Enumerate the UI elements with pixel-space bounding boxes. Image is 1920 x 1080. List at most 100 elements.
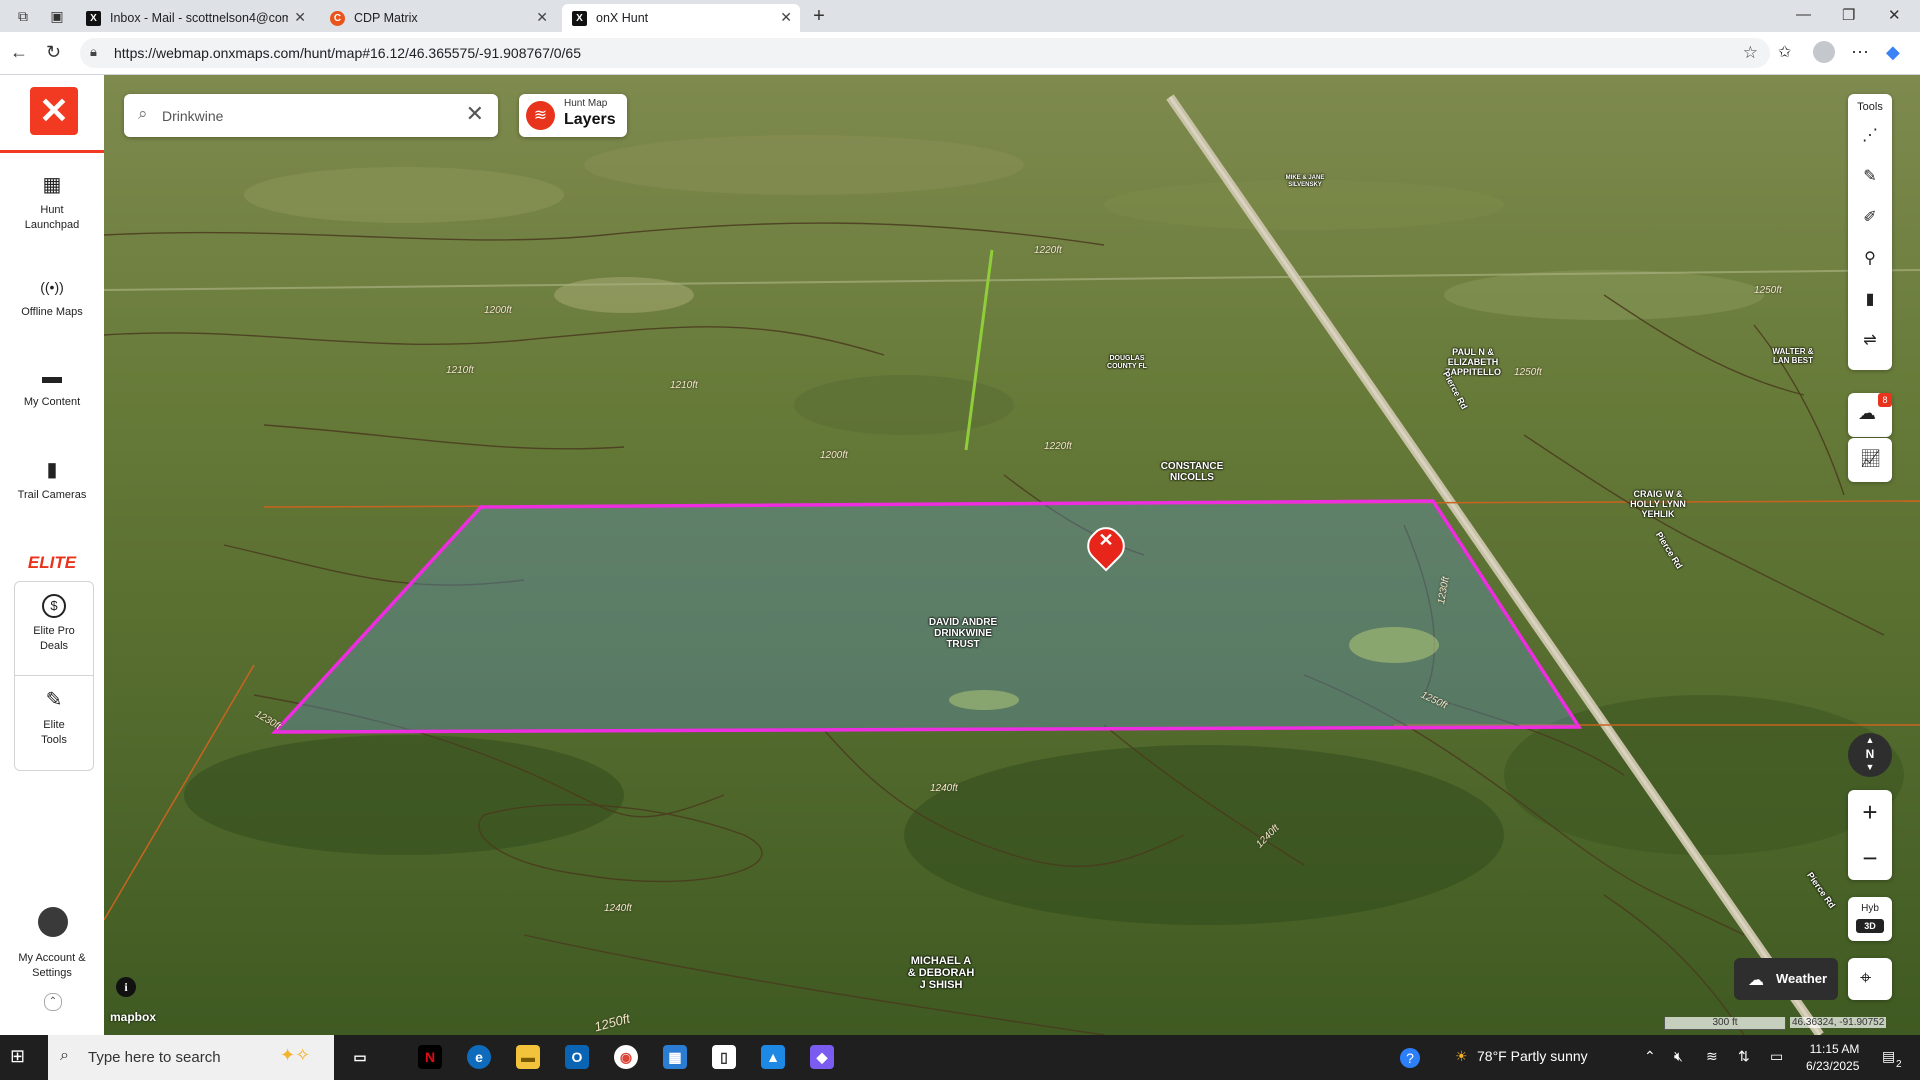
collapse-chevron-icon[interactable]: ⌃	[44, 993, 62, 1011]
notepad-icon[interactable]: ▯	[712, 1045, 736, 1069]
layers-button[interactable]: ≋ Hunt Map Layers	[519, 94, 627, 137]
route-icon[interactable]: ⇌	[1858, 329, 1882, 353]
tools-icon: ✎	[45, 689, 63, 711]
sync-icon[interactable]: ⇅	[1738, 1048, 1750, 1065]
sidebar-item-my-content[interactable]: ▬ My Content	[0, 365, 104, 410]
refresh-icon[interactable]: ↻	[46, 42, 61, 63]
help-icon[interactable]: ?	[1400, 1048, 1420, 1068]
owner-label[interactable]: CONSTANCE NICOLLS	[1152, 461, 1232, 483]
back-icon[interactable]: ←	[10, 42, 28, 63]
waypoint-icon[interactable]: ⚲	[1858, 247, 1882, 271]
elevation-profile-button[interactable]: 📈︎	[1848, 438, 1892, 482]
clear-search-icon[interactable]: ✕	[466, 101, 484, 127]
favorite-star-icon[interactable]: ☆	[1743, 43, 1758, 63]
sidebar-item-elite-tools[interactable]: ✎ Elite Tools	[15, 688, 93, 748]
copilot-icon[interactable]: ◆	[1886, 42, 1900, 63]
edge-icon[interactable]: e	[467, 1045, 491, 1069]
copilot-icon[interactable]: ◆	[810, 1045, 834, 1069]
tab-cdp-matrix[interactable]: C CDP Matrix ✕	[320, 4, 556, 32]
search-input[interactable]	[160, 102, 454, 130]
weather-button[interactable]: ☁︎ Weather	[1734, 958, 1838, 1000]
url-field[interactable]: 🔒︎ https://webmap.onxmaps.com/hunt/map#1…	[80, 38, 1770, 68]
windows-start-icon[interactable]: ⊞	[10, 1046, 25, 1067]
tools-label: Tools	[1857, 101, 1883, 113]
owner-label[interactable]: PAUL N & ELIZABETH ZAPPITELLO	[1428, 347, 1518, 377]
more-icon[interactable]: ⋯	[1851, 42, 1869, 63]
app-sidebar: ✕ ▦ Hunt Launchpad ((•)) Offline Maps ▬ …	[0, 75, 105, 1035]
sidebar-item-account[interactable]: My Account & Settings	[0, 951, 104, 981]
photos-icon[interactable]: ▲	[761, 1045, 785, 1069]
outlook-icon[interactable]: O	[565, 1045, 589, 1069]
volume-muted-icon[interactable]: 🔇︎	[1674, 1048, 1683, 1065]
tab-actions-icon[interactable]: ▣	[48, 7, 66, 25]
elevation-label: 1220ft	[1034, 245, 1062, 256]
close-window-icon[interactable]: ✕	[1888, 6, 1901, 24]
sidebar-item-hunt-launchpad[interactable]: ▦ Hunt Launchpad	[0, 173, 104, 233]
owner-label[interactable]: MICHAEL A & DEBORAH J SHISH	[906, 955, 976, 991]
search-icon: ⌕	[138, 104, 148, 123]
trail-camera-icon[interactable]: ▮	[1858, 288, 1882, 312]
tab-title: CDP Matrix	[354, 11, 418, 25]
draw-line-icon[interactable]: ✎	[1858, 165, 1882, 189]
elevation-label: 1250ft	[1514, 367, 1542, 378]
sidebar-item-label: My Account & Settings	[18, 952, 86, 979]
draw-shape-icon[interactable]: ✐	[1858, 206, 1882, 230]
compass-button[interactable]: ▲ N ▼	[1848, 733, 1892, 777]
taskbar-search-placeholder: Type here to search	[88, 1049, 221, 1066]
lock-icon[interactable]: 🔒︎	[90, 44, 97, 60]
owner-label[interactable]: DOUGLAS COUNTY FL	[1102, 355, 1152, 371]
map-mode-label: Hyb	[1861, 903, 1879, 914]
chrome-icon[interactable]: ◉	[614, 1045, 638, 1069]
elevation-label: 1200ft	[484, 305, 512, 316]
coordinates-readout: 46.36324, -91.90752	[1790, 1017, 1887, 1028]
elite-panel: $ Elite Pro Deals ✎ Elite Tools	[14, 581, 94, 771]
profile-icon[interactable]	[1813, 41, 1835, 63]
wifi-icon[interactable]: ≋	[1706, 1048, 1718, 1065]
map-mode-button[interactable]: Hyb 3D	[1848, 897, 1892, 941]
onx-logo-icon[interactable]: ✕	[30, 87, 78, 135]
chevron-up-icon[interactable]: ⌃	[1644, 1048, 1656, 1065]
locate-button[interactable]: ⌖	[1848, 958, 1892, 1000]
store-icon[interactable]: ▦	[663, 1045, 687, 1069]
info-icon[interactable]: i	[116, 977, 136, 997]
zoom-in-icon[interactable]: +	[1848, 790, 1892, 834]
taskbar-clock[interactable]: 11:15 AM 6/23/2025	[1806, 1041, 1859, 1075]
offline-icon: ((•))	[40, 279, 64, 295]
battery-icon[interactable]: ▭	[1770, 1048, 1783, 1065]
taskbar-search[interactable]: ⌕ Type here to search ✦✧	[48, 1035, 334, 1080]
cdp-favicon-icon: C	[330, 11, 345, 26]
elevation-label: 1200ft	[820, 450, 848, 461]
avatar[interactable]	[38, 907, 68, 937]
wind-button[interactable]: ☁︎ 8	[1848, 393, 1892, 437]
map-canvas[interactable]: DAVID ANDRE DRINKWINE TRUST CONSTANCE NI…	[104, 75, 1920, 1035]
close-tab-icon[interactable]: ✕	[780, 9, 792, 26]
netflix-icon[interactable]: N	[418, 1045, 442, 1069]
zoom-out-icon[interactable]: −	[1848, 836, 1892, 880]
sidebar-item-offline-maps[interactable]: ((•)) Offline Maps	[0, 275, 104, 320]
chart-icon: 📈︎	[1860, 449, 1882, 468]
new-tab-icon[interactable]: +	[810, 6, 828, 26]
owner-label[interactable]: WALTER & LAN BEST	[1768, 347, 1818, 365]
elite-label: ELITE	[27, 553, 77, 572]
search-bar: ⌕ ✕	[124, 94, 498, 137]
owner-label[interactable]: CRAIG W & HOLLY LYNN YEHLIK	[1628, 489, 1688, 519]
close-tab-icon[interactable]: ✕	[536, 9, 548, 26]
tab-inbox[interactable]: X Inbox - Mail - scottnelson4@com ✕	[76, 4, 314, 32]
workspaces-icon[interactable]: ⧉	[14, 7, 32, 25]
sidebar-item-trail-cameras[interactable]: ▮ Trail Cameras	[0, 458, 104, 503]
minimize-icon[interactable]: —	[1796, 6, 1811, 23]
owner-label[interactable]: DAVID ANDRE DRINKWINE TRUST	[928, 617, 998, 650]
close-tab-icon[interactable]: ✕	[294, 9, 306, 26]
owner-label[interactable]: MIKE & JANE SILVENSKY	[1280, 175, 1330, 189]
file-explorer-icon[interactable]: ▬	[516, 1045, 540, 1069]
notification-icon[interactable]: ▤	[1882, 1048, 1895, 1065]
sidebar-item-elite-pro-deals[interactable]: $ Elite Pro Deals	[15, 594, 93, 654]
elevation-label: 1220ft	[1044, 441, 1072, 452]
taskbar-weather[interactable]: 78°F Partly sunny	[1477, 1048, 1588, 1064]
task-view-icon[interactable]: ▭	[348, 1045, 372, 1069]
measure-line-icon[interactable]: ⋰	[1858, 124, 1882, 148]
favorites-icon[interactable]: ✩	[1778, 42, 1791, 62]
tab-onx-hunt[interactable]: X onX Hunt ✕	[562, 4, 800, 32]
restore-icon[interactable]: ❐	[1842, 6, 1855, 24]
clock-time: 11:15 AM	[1809, 1042, 1860, 1056]
